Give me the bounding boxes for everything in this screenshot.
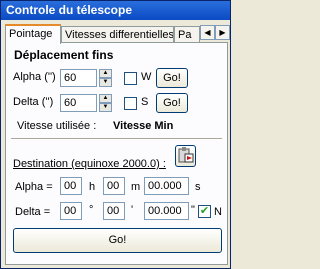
alpha-go-button[interactable]: Go! (156, 68, 188, 88)
hours-unit: h (89, 181, 96, 193)
delta-go-button[interactable]: Go! (156, 93, 188, 113)
dest-delta-label: Delta = (15, 206, 51, 218)
spin-down-icon[interactable]: ▼ (99, 78, 112, 87)
dest-delta-degrees-input[interactable]: 00 (60, 202, 82, 220)
dest-alpha-label: Alpha = (15, 181, 53, 193)
destination-label: Destination (equinoxe 2000.0) : (13, 158, 166, 170)
alpha-offset-input[interactable]: 60 (60, 69, 97, 87)
destination-go-button[interactable]: Go! (13, 228, 222, 253)
pointage-panel: Déplacement fins Alpha ('') 60 ▲ ▼ W Go! … (5, 42, 228, 265)
fine-moves-title: Déplacement fins (14, 48, 114, 62)
paste-coordinates-icon[interactable] (175, 145, 196, 167)
clipboard-icon (178, 147, 194, 163)
alpha-offset-label: Alpha ('') (13, 71, 56, 83)
delta-offset-spinner[interactable]: ▲ ▼ (99, 94, 112, 112)
delta-offset-input[interactable]: 60 (60, 94, 97, 112)
window-title: Controle du télescope (1, 1, 230, 20)
north-checkbox[interactable]: ✔ (198, 205, 211, 218)
north-label: N (214, 206, 222, 218)
dest-alpha-minutes-input[interactable]: 00 (103, 177, 125, 195)
tab-vitesses-differentielles[interactable]: Vitesses differentielles (61, 26, 174, 43)
seconds-unit: s (195, 181, 201, 193)
west-label: W (141, 71, 152, 83)
dest-delta-arcsec-input[interactable]: 00.000 (144, 202, 189, 220)
arcmin-unit: ' (131, 204, 134, 216)
spin-up-icon[interactable]: ▲ (99, 69, 112, 78)
dest-alpha-seconds-input[interactable]: 00.000 (144, 177, 189, 195)
spin-down-icon[interactable]: ▼ (99, 103, 112, 112)
south-checkbox[interactable] (124, 97, 137, 110)
arrow-right-icon[interactable]: ▶ (215, 25, 230, 40)
south-label: S (141, 96, 149, 108)
arrow-left-icon[interactable]: ◀ (200, 25, 215, 40)
tab-bar: Pointage Vitesses differentielles Pa ◀ ▶ (5, 24, 230, 44)
telescope-control-window: Controle du télescope Pointage Vitesses … (0, 0, 231, 269)
dest-delta-arcmin-input[interactable]: 00 (103, 202, 125, 220)
tab-partial[interactable]: Pa (174, 26, 200, 43)
arcsec-unit: " (191, 204, 195, 216)
speed-label: Vitesse utilisée : (17, 120, 97, 132)
delta-offset-label: Delta ('') (13, 96, 54, 108)
tab-pointage[interactable]: Pointage (5, 24, 61, 44)
degrees-unit: ° (89, 204, 94, 216)
west-checkbox[interactable] (124, 72, 137, 85)
dest-alpha-hours-input[interactable]: 00 (60, 177, 82, 195)
spin-up-icon[interactable]: ▲ (99, 94, 112, 103)
speed-value: Vitesse Min (113, 120, 174, 132)
minutes-unit: m (131, 181, 141, 193)
separator (11, 138, 222, 140)
alpha-offset-spinner[interactable]: ▲ ▼ (99, 69, 112, 87)
